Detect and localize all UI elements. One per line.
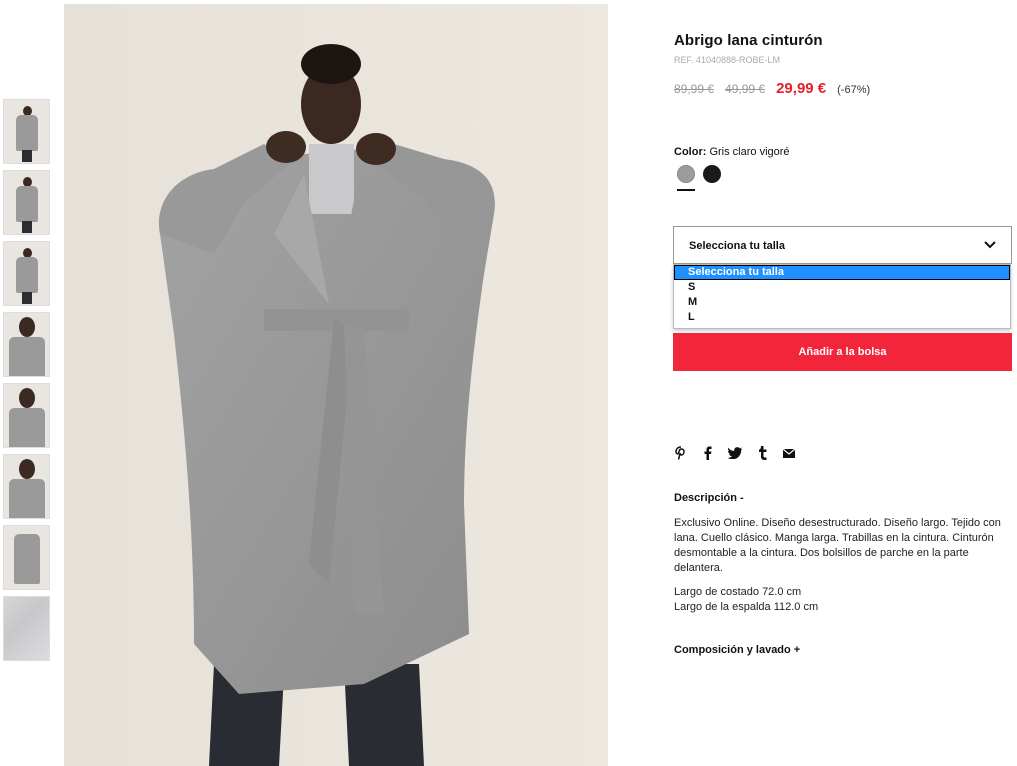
price-row: 89,99 € 49,99 € 29,99 € (-67%) <box>674 80 870 97</box>
product-ref: REF. 41040888-ROBE-LM <box>674 55 781 65</box>
pinterest-icon[interactable] <box>674 445 688 461</box>
color-value: Gris claro vigoré <box>709 146 790 158</box>
color-label-key: Color: <box>674 146 707 158</box>
thumbnail-4[interactable] <box>3 312 50 377</box>
size-option[interactable]: L <box>674 310 1010 325</box>
thumbnail-8[interactable] <box>3 596 50 661</box>
color-label: Color: Gris claro vigoré <box>674 146 790 158</box>
social-share <box>674 445 809 461</box>
thumbnail-7[interactable] <box>3 525 50 590</box>
size-option[interactable]: S <box>674 280 1010 295</box>
size-option[interactable]: Selecciona tu talla <box>674 265 1010 280</box>
description-text: Exclusivo Online. Diseño desestructurado… <box>674 517 1001 574</box>
measurements: Largo de costado 72.0 cm Largo de la esp… <box>674 585 818 615</box>
discount-badge: (-67%) <box>837 84 871 96</box>
size-select-value: Selecciona tu talla <box>689 240 785 252</box>
facebook-icon[interactable] <box>701 445 715 461</box>
measure-side-length: Largo de costado 72.0 cm <box>674 586 802 598</box>
original-price-1: 89,99 € <box>674 82 715 96</box>
add-to-bag-button[interactable]: Añadir a la bolsa <box>673 333 1012 371</box>
thumbnail-5[interactable] <box>3 383 50 448</box>
chevron-down-icon <box>984 241 996 249</box>
thumbnail-list <box>3 99 50 667</box>
thumbnail-6[interactable] <box>3 454 50 519</box>
size-select[interactable]: Selecciona tu talla <box>673 226 1012 264</box>
twitter-icon[interactable] <box>728 445 742 461</box>
thumbnail-3[interactable] <box>3 241 50 306</box>
thumbnail-1[interactable] <box>3 99 50 164</box>
current-price: 29,99 € <box>776 80 827 97</box>
description-toggle[interactable]: Descripción - <box>674 492 744 504</box>
thumbnail-2[interactable] <box>3 170 50 235</box>
grey-swatch[interactable] <box>677 165 695 183</box>
selected-swatch-indicator <box>677 189 695 191</box>
original-price-2: 49,99 € <box>725 82 766 96</box>
measure-back-length: Largo de la espalda 112.0 cm <box>674 601 819 613</box>
color-swatches <box>677 165 729 183</box>
mail-icon[interactable] <box>782 445 796 461</box>
size-dropdown-list: Selecciona tu talla S M L <box>673 264 1011 329</box>
composition-toggle[interactable]: Composición y lavado + <box>674 644 800 656</box>
size-option[interactable]: M <box>674 295 1010 310</box>
product-title: Abrigo lana cinturón <box>674 32 823 49</box>
tumblr-icon[interactable] <box>755 445 769 461</box>
main-product-image <box>64 4 608 766</box>
black-swatch[interactable] <box>703 165 721 183</box>
